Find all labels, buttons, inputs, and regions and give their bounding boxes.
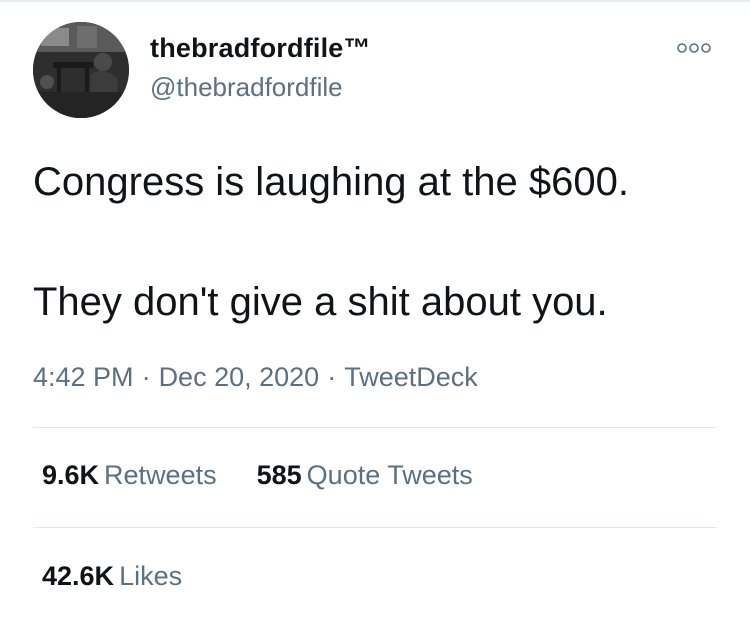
likes-stats: 42.6K Likes [42,561,182,592]
avatar-photo [33,22,129,118]
meta-separator: · [327,362,337,392]
retweets-count: 9.6K [42,460,100,490]
handle[interactable]: @thebradfordfile [150,72,343,103]
tweet-text-gap [33,212,723,272]
engagement-stats: 9.6K Retweets 585 Quote Tweets [42,460,473,491]
more-options-button[interactable] [672,38,716,58]
avatar[interactable] [33,22,129,118]
tweet-text-line: They don't give a shit about you. [33,280,608,324]
tweet-time[interactable]: 4:42 PM [33,362,134,392]
tweet-text-line: Congress is laughing at the $600. [33,160,629,204]
top-divider [0,0,750,2]
likes-label: Likes [119,561,183,591]
divider [33,527,717,528]
quote-tweets-label: Quote Tweets [306,460,473,490]
divider [33,427,717,428]
likes-stat[interactable]: 42.6K Likes [42,561,182,592]
tweet-source-link[interactable]: TweetDeck [344,362,478,392]
likes-count: 42.6K [42,561,115,591]
tweet-meta: 4:42 PM · Dec 20, 2020 · TweetDeck [33,362,478,393]
retweets-label: Retweets [104,460,217,490]
quote-tweets-stat[interactable]: 585 Quote Tweets [257,460,473,491]
quote-tweets-count: 585 [256,460,302,490]
more-dots-icon [677,43,711,53]
meta-separator: · [141,362,151,392]
tweet-card: thebradfordfile™ @thebradfordfile Congre… [0,0,750,621]
retweets-stat[interactable]: 9.6K Retweets [42,460,217,491]
tweet-text: Congress is laughing at the $600. They d… [33,152,723,332]
tweet-date[interactable]: Dec 20, 2020 [159,362,320,392]
display-name[interactable]: thebradfordfile™ [150,33,371,64]
